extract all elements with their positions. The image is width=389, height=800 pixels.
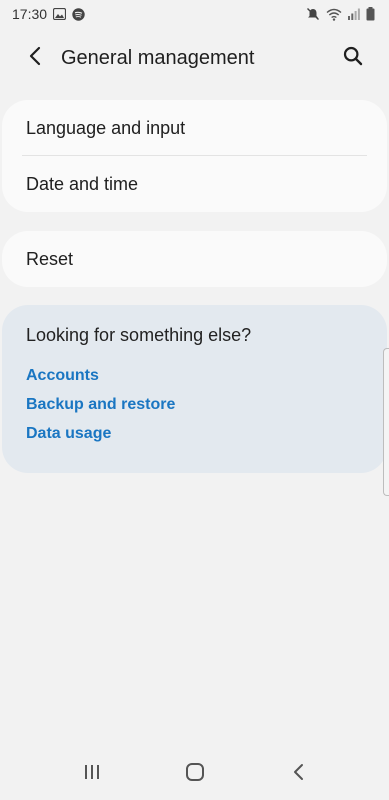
settings-group-2: Reset — [2, 231, 387, 287]
page-title: General management — [61, 46, 255, 69]
search-icon — [343, 46, 363, 71]
nav-back-button[interactable] — [268, 754, 328, 794]
settings-group-1: Language and input Date and time — [2, 100, 387, 212]
recents-button[interactable] — [62, 754, 122, 794]
date-and-time-item[interactable]: Date and time — [2, 156, 387, 212]
back-button[interactable] — [13, 36, 57, 80]
status-time: 17:30 — [12, 6, 48, 22]
search-button[interactable] — [331, 36, 375, 80]
home-icon — [185, 762, 205, 787]
suggestions-title: Looking for something else? — [26, 325, 252, 345]
gallery-icon — [53, 8, 67, 20]
signal-icon — [348, 8, 360, 20]
status-bar: 17:30 — [0, 0, 389, 28]
data-usage-link[interactable]: Data usage — [26, 424, 363, 453]
reset-item[interactable]: Reset — [2, 231, 387, 287]
scroll-handle[interactable] — [383, 348, 389, 496]
back-icon — [292, 763, 304, 786]
back-chevron-icon — [28, 46, 42, 71]
accounts-link[interactable]: Accounts — [26, 366, 363, 395]
backup-and-restore-link[interactable]: Backup and restore — [26, 395, 363, 424]
battery-icon — [366, 7, 375, 21]
item-label: Language and input — [26, 117, 186, 138]
item-label: Reset — [26, 248, 74, 269]
status-left: 17:30 — [12, 6, 85, 22]
suggestions-card: Looking for something else? Accounts Bac… — [2, 305, 387, 473]
status-right — [306, 7, 375, 21]
mute-icon — [306, 7, 320, 21]
item-label: Date and time — [26, 173, 139, 194]
home-button[interactable] — [165, 754, 225, 794]
screen: 17:30 General management Language and in… — [0, 0, 389, 800]
navigation-bar — [0, 748, 389, 800]
language-and-input-item[interactable]: Language and input — [2, 100, 387, 156]
recents-icon — [83, 764, 101, 785]
wifi-icon — [326, 8, 342, 21]
spotify-icon — [72, 7, 85, 21]
app-bar: General management — [0, 36, 389, 80]
